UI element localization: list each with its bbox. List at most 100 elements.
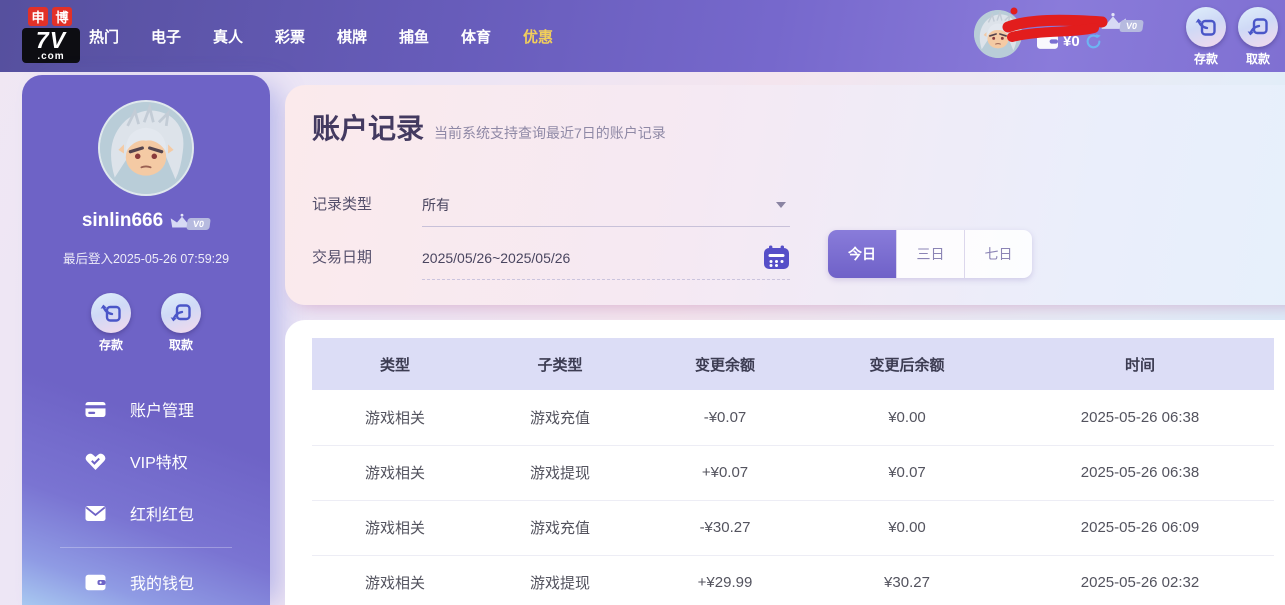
card-icon	[85, 399, 106, 419]
record-type-label: 记录类型	[312, 183, 372, 227]
table-cell: ¥0.00	[808, 390, 1006, 445]
nav-item-7[interactable]: 体育	[460, 26, 492, 47]
top-navbar: 申 博 7V .com 热门 电子 真人 彩票 棋牌 捕鱼 体育 优惠 ¥0 V0	[0, 0, 1285, 72]
range-button-3[interactable]: 七日	[964, 230, 1032, 278]
table-body: 游戏相关游戏充值-¥0.07¥0.002025-05-26 06:38游戏相关游…	[312, 390, 1274, 605]
table-cell: +¥0.07	[642, 445, 808, 500]
balance-amount: ¥0	[1063, 33, 1080, 50]
nav-item-3[interactable]: 真人	[212, 26, 244, 47]
nav-item-4[interactable]: 彩票	[274, 26, 306, 47]
nav-item-2[interactable]: 电子	[150, 26, 182, 47]
records-table-panel: 类型子类型变更余额变更后余额时间 游戏相关游戏充值-¥0.07¥0.002025…	[285, 320, 1285, 605]
record-type-value: 所有	[422, 197, 450, 213]
records-table: 类型子类型变更余额变更后余额时间 游戏相关游戏充值-¥0.07¥0.002025…	[312, 338, 1274, 605]
nav-item-6[interactable]: 捕鱼	[398, 26, 430, 47]
table-row: 游戏相关游戏提现+¥0.07¥0.072025-05-26 06:38	[312, 445, 1274, 500]
table-header-cell: 子类型	[478, 338, 642, 390]
deposit-icon	[1186, 7, 1226, 47]
withdraw-button[interactable]: 取款	[1235, 7, 1281, 67]
nav-item-5[interactable]: 棋牌	[336, 26, 368, 47]
table-cell: 游戏提现	[478, 445, 642, 500]
table-header-cell: 时间	[1006, 338, 1274, 390]
logo-tile-2: 博	[52, 7, 72, 26]
wallet-icon	[1037, 34, 1058, 49]
sidebar-item-label: 红利红包	[130, 501, 194, 525]
logo-box: 7V .com	[22, 28, 80, 63]
table-header-cell: 类型	[312, 338, 478, 390]
sidebar-item-label: 账户管理	[130, 397, 194, 421]
sidebar-divider	[60, 547, 232, 548]
range-button-2[interactable]: 三日	[896, 230, 964, 278]
table-cell: -¥0.07	[642, 390, 808, 445]
date-range-input[interactable]: 2025/05/26~2025/05/26	[422, 236, 790, 280]
table-cell: 2025-05-26 06:09	[1006, 500, 1274, 555]
user-avatar[interactable]	[974, 10, 1022, 58]
sidebar-item-2[interactable]: VIP特权	[22, 435, 270, 487]
date-range-label: 交易日期	[312, 236, 372, 280]
table-header-row: 类型子类型变更余额变更后余额时间	[312, 338, 1274, 390]
last-login-text: 最后登入2025-05-26 07:59:29	[22, 248, 270, 267]
sidebar-item-label: VIP特权	[130, 449, 188, 473]
table-row: 游戏相关游戏充值-¥30.27¥0.002025-05-26 06:09	[312, 500, 1274, 555]
table-cell: +¥29.99	[642, 555, 808, 605]
withdraw-icon	[1238, 7, 1278, 47]
range-button-1[interactable]: 今日	[828, 230, 896, 278]
page-title: 账户记录	[312, 107, 424, 147]
sidebar-withdraw-button[interactable]: 取款	[158, 293, 204, 353]
nav-item-8[interactable]: 优惠	[522, 26, 554, 47]
calendar-icon[interactable]	[763, 245, 790, 270]
table-row: 游戏相关游戏提现+¥29.99¥30.272025-05-26 02:32	[312, 555, 1274, 605]
table-cell: 游戏相关	[312, 445, 478, 500]
deposit-button[interactable]: 存款	[1183, 7, 1229, 67]
deposit-icon	[91, 293, 131, 333]
sidebar-menu: 账户管理VIP特权红利红包我的钱包交提明细	[22, 383, 270, 605]
main-nav: 热门 电子 真人 彩票 棋牌 捕鱼 体育 优惠	[88, 0, 554, 72]
sidebar: sinlin666 V0 最后登入2025-05-26 07:59:29 存款 …	[22, 75, 270, 605]
vip-level-text: V0	[1119, 20, 1144, 32]
refresh-balance-icon[interactable]	[1085, 33, 1102, 50]
sidebar-item-3[interactable]: 红利红包	[22, 487, 270, 539]
table-row: 游戏相关游戏充值-¥0.07¥0.002025-05-26 06:38	[312, 390, 1274, 445]
sidebar-vip-level-text: V0	[186, 218, 211, 230]
table-cell: 游戏充值	[478, 390, 642, 445]
table-cell: 游戏充值	[478, 500, 642, 555]
table-cell: 游戏相关	[312, 390, 478, 445]
account-records-panel: 账户记录 当前系统支持查询最近7日的账户记录 记录类型 所有 交易日期 2025…	[285, 85, 1285, 305]
vip-heart-icon	[85, 451, 106, 471]
sidebar-username: sinlin666	[82, 210, 163, 232]
table-cell: -¥30.27	[642, 500, 808, 555]
logo-brand-tiles: 申 博	[28, 7, 82, 26]
withdraw-label: 取款	[1235, 50, 1281, 67]
sidebar-user-avatar[interactable]	[98, 100, 194, 196]
table-cell: ¥30.27	[808, 555, 1006, 605]
sidebar-item-1[interactable]: 账户管理	[22, 383, 270, 435]
withdraw-label: 取款	[158, 336, 204, 353]
date-range-quick-buttons: 今日三日七日	[828, 230, 1032, 278]
withdraw-icon	[161, 293, 201, 333]
table-cell: 游戏相关	[312, 500, 478, 555]
deposit-label: 存款	[1183, 50, 1229, 67]
sidebar-item-4[interactable]: 我的钱包	[22, 556, 270, 605]
table-cell: ¥0.07	[808, 445, 1006, 500]
table-header-cell: 变更后余额	[808, 338, 1006, 390]
deposit-label: 存款	[88, 336, 134, 353]
table-cell: 2025-05-26 06:38	[1006, 445, 1274, 500]
envelope-icon	[85, 503, 106, 523]
site-logo[interactable]: 申 博 7V .com	[22, 7, 82, 63]
nav-item-1[interactable]: 热门	[88, 26, 120, 47]
record-type-select[interactable]: 所有	[422, 183, 790, 227]
chevron-down-icon	[776, 202, 786, 208]
wallet-icon	[85, 572, 106, 592]
page-subtitle: 当前系统支持查询最近7日的账户记录	[434, 123, 666, 143]
date-range-value: 2025/05/26~2025/05/26	[422, 250, 570, 266]
table-cell: 2025-05-26 02:32	[1006, 555, 1274, 605]
sidebar-deposit-button[interactable]: 存款	[88, 293, 134, 353]
vip-level-badge: V0	[1098, 12, 1143, 32]
table-cell: 2025-05-26 06:38	[1006, 390, 1274, 445]
logo-tld: .com	[26, 52, 76, 61]
balance-display: ¥0	[1037, 33, 1102, 50]
table-cell: 游戏提现	[478, 555, 642, 605]
table-cell: 游戏相关	[312, 555, 478, 605]
sidebar-item-label: 我的钱包	[130, 570, 194, 594]
logo-name: 7V	[26, 28, 76, 52]
